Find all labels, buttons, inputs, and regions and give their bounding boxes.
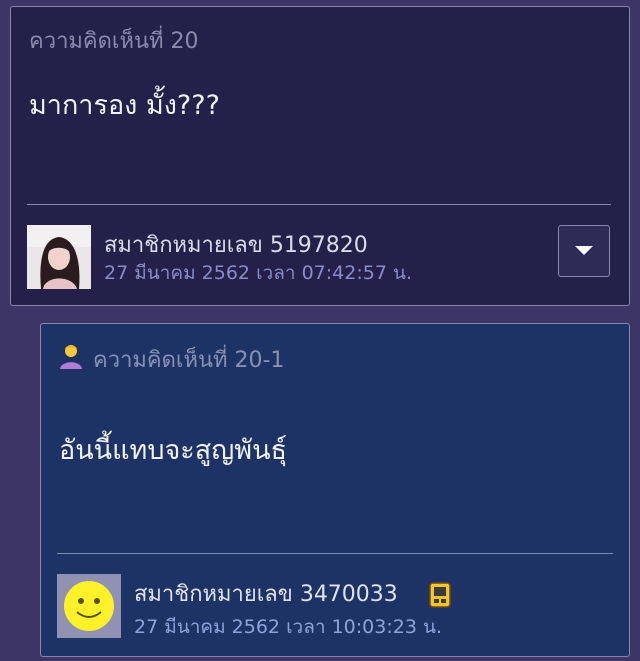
- reply-card-20-1: ความคิดเห็นที่ 20-1 อันนี้แทบจะสูญพันธุ์…: [40, 323, 630, 657]
- author-name[interactable]: สมาชิกหมายเลข 3470033: [134, 576, 398, 611]
- reply-timestamp: 27 มีนาคม 2562 เวลา 10:03:23 น.: [134, 616, 442, 638]
- profile-photo-icon: [27, 225, 91, 289]
- mobile-badge-icon: [429, 582, 451, 608]
- reply-body: อันนี้แทบจะสูญพันธุ์: [59, 435, 288, 466]
- comment-menu-button[interactable]: [558, 225, 610, 277]
- comment-number[interactable]: ความคิดเห็นที่ 20: [29, 23, 198, 58]
- comment-card-20: ความคิดเห็นที่ 20 มาการอง มั้ง??? สมาชิก…: [10, 6, 630, 306]
- comment-body: มาการอง มั้ง???: [29, 90, 220, 121]
- reply-number[interactable]: ความคิดเห็นที่ 20-1: [93, 342, 284, 377]
- comment-timestamp: 27 มีนาคม 2562 เวลา 07:42:57 น.: [104, 262, 412, 284]
- avatar[interactable]: [57, 574, 121, 638]
- divider: [57, 553, 613, 554]
- divider: [27, 204, 611, 205]
- author-name[interactable]: สมาชิกหมายเลข 5197820: [104, 227, 368, 262]
- avatar[interactable]: [27, 225, 91, 289]
- chevron-down-icon: [575, 246, 593, 255]
- smiley-icon: [57, 574, 121, 638]
- person-icon: [60, 345, 82, 369]
